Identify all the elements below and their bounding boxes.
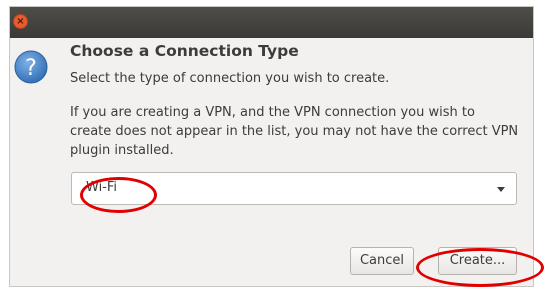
titlebar: × (10, 7, 533, 38)
vpn-note-line: create does not appear in the list, you … (70, 124, 519, 139)
vpn-note-line: If you are creating a VPN, and the VPN c… (70, 105, 475, 120)
chevron-down-icon (497, 187, 505, 192)
connection-type-dropdown[interactable]: Wi-Fi (71, 172, 517, 205)
cancel-button[interactable]: Cancel (350, 247, 414, 275)
close-icon: × (16, 16, 25, 27)
connection-type-value: Wi-Fi (86, 180, 118, 195)
dialog-subtitle: Select the type of connection you wish t… (70, 71, 390, 86)
vpn-note: If you are creating a VPN, and the VPN c… (70, 103, 520, 160)
create-button[interactable]: Create... (438, 247, 517, 275)
close-button[interactable]: × (13, 14, 28, 29)
vpn-note-line: plugin installed. (70, 143, 174, 158)
question-icon: ? (14, 50, 48, 84)
svg-text:?: ? (25, 56, 37, 81)
dialog-heading: Choose a Connection Type (70, 42, 299, 60)
